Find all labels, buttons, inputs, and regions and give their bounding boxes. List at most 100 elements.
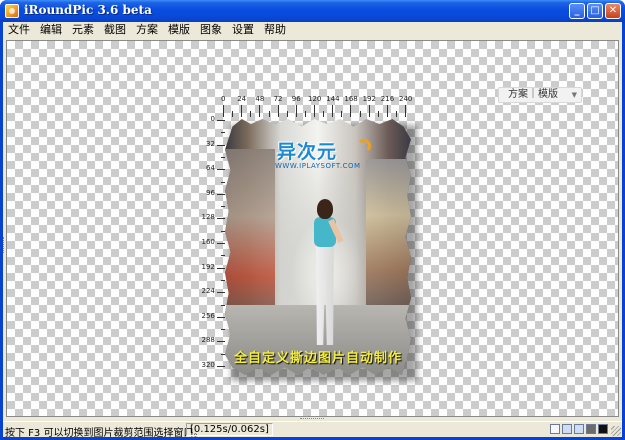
ruler-v-tick: [217, 292, 225, 294]
ruler-h-minor-tick: [286, 111, 288, 117]
ruler-h-label: 72: [273, 95, 283, 103]
ruler-v-label: 128: [201, 213, 215, 222]
ruler-h-label: 0: [221, 95, 226, 103]
logo-text: 异次元: [277, 141, 338, 163]
ruler-v-tick: [217, 366, 225, 367]
horizontal-ruler: 0 24 48 72 96 120 144 168 192 216 240: [221, 93, 413, 117]
ruler-h-label: 144: [326, 95, 340, 103]
ruler-h-tick: [223, 105, 224, 117]
ruler-h-label: 120: [308, 95, 322, 103]
ruler-h-tick: [386, 105, 388, 117]
resize-grip[interactable]: [611, 426, 621, 436]
menu-settings[interactable]: 设置: [227, 22, 259, 39]
figure-legs: [316, 245, 334, 345]
status-bar: 按下 F3 可以切换到图片裁剪范围选择窗口。 [0.125s/0.062s]: [3, 421, 622, 439]
view-white-bg-button[interactable]: [550, 424, 560, 434]
ruler-h-tick: [350, 105, 352, 117]
ruler-h-minor-tick: [268, 111, 270, 117]
client-area: 文件 编辑 元素 截图 方案 模版 图象 设置 帮助 方案｜模版 ▼ 0 24 48…: [3, 22, 622, 439]
menu-template[interactable]: 模版: [163, 22, 195, 39]
window-title: iRoundPic 3.6 beta: [24, 3, 152, 17]
ruler-v-tick: [217, 267, 225, 269]
ruler-h-minor-tick: [304, 111, 306, 117]
chevron-down-icon: ▼: [571, 91, 577, 99]
ruler-h-tick: [405, 105, 406, 117]
ruler-h-minor-tick: [250, 111, 252, 117]
view-black-bg-button[interactable]: [598, 424, 608, 434]
menu-image[interactable]: 图象: [195, 22, 227, 39]
ruler-v-tick: [217, 316, 225, 318]
status-hint: 按下 F3 可以切换到图片裁剪范围选择窗口。: [5, 428, 204, 439]
ruler-h-minor-tick: [341, 111, 343, 117]
ruler-v-label: 192: [201, 262, 215, 271]
ruler-h-tick: [277, 105, 279, 117]
scheme-template-label: 方案｜模版: [508, 89, 558, 100]
ruler-h-label: 24: [237, 95, 247, 103]
left-splitter-grip[interactable]: [3, 237, 5, 253]
ruler-v-label: 64: [206, 164, 215, 173]
menu-scheme[interactable]: 方案: [131, 22, 163, 39]
menu-screenshot[interactable]: 截图: [99, 22, 131, 39]
ruler-v-tick: [217, 218, 225, 220]
ruler-v-tick: [217, 144, 225, 146]
view-light-bg-button[interactable]: [562, 424, 572, 434]
ruler-h-minor-tick: [359, 111, 361, 117]
app-icon[interactable]: [5, 4, 19, 18]
ruler-h-label: 96: [291, 95, 301, 103]
torn-edge-photo: 异次元 WWW.IPLAYSOFT.COM 全自定义撕边图片自动制作: [225, 119, 411, 375]
ruler-h-tick: [368, 105, 370, 117]
bottom-splitter-grip[interactable]: [300, 418, 324, 420]
menu-bar: 文件 编辑 元素 截图 方案 模版 图象 设置 帮助: [3, 22, 622, 39]
menu-file[interactable]: 文件: [3, 22, 35, 39]
ruler-h-tick: [295, 105, 297, 117]
close-button[interactable]: ✕: [605, 3, 621, 19]
title-bar[interactable]: iRoundPic 3.6 beta _ □ ✕: [0, 0, 625, 22]
ruler-v-label: 160: [201, 238, 215, 246]
ruler-v-label: 288: [201, 336, 215, 345]
ruler-h-minor-tick: [323, 111, 325, 117]
maximize-button[interactable]: □: [587, 3, 603, 19]
ruler-v-label: 0: [210, 115, 215, 123]
ruler-v-label: 320: [201, 361, 215, 369]
view-gray-bg-button[interactable]: [586, 424, 596, 434]
status-timing: [0.125s/0.062s]: [186, 423, 273, 436]
ruler-h-tick: [259, 105, 261, 117]
vertical-ruler: 0 32 64 96 128 160 192 224 256 288 320: [195, 115, 225, 378]
ruler-v-tick: [217, 341, 225, 343]
ruler-h-label: 216: [380, 95, 395, 103]
ruler-h-minor-tick: [377, 111, 379, 117]
ruler-h-minor-tick: [395, 111, 397, 117]
ruler-h-label: 192: [362, 95, 376, 103]
photo-caption: 全自定义撕边图片自动制作: [233, 351, 402, 366]
image-canvas[interactable]: 方案｜模版 ▼ 0 24 48 72 96 120 144 168 192 216 240 0 32 6…: [6, 40, 619, 417]
ruler-v-label: 224: [201, 287, 215, 296]
figure-head: [317, 199, 333, 219]
menu-help[interactable]: 帮助: [259, 22, 291, 39]
menu-edit[interactable]: 编辑: [35, 22, 67, 39]
ruler-h-label: 48: [255, 95, 265, 103]
photo-preview[interactable]: 异次元 WWW.IPLAYSOFT.COM 全自定义撕边图片自动制作: [225, 119, 417, 381]
iplaysoft-logo: 异次元 WWW.IPLAYSOFT.COM: [265, 135, 375, 175]
ruler-v-label: 256: [201, 311, 215, 320]
walking-woman-figure: [307, 199, 344, 349]
ruler-v-tick: [217, 243, 225, 244]
ruler-h-label: 240: [399, 95, 413, 103]
ruler-v-label: 32: [206, 139, 215, 148]
ruler-v-tick: [217, 169, 225, 171]
menu-elements[interactable]: 元素: [67, 22, 99, 39]
view-mode-buttons: [550, 424, 608, 434]
ruler-h-label: 168: [344, 95, 358, 103]
ruler-h-tick: [314, 105, 315, 117]
signal-wave-icon: [357, 139, 371, 153]
view-checker-bg-button[interactable]: [574, 424, 584, 434]
street-right: [366, 159, 411, 319]
ruler-v-label: 96: [206, 188, 215, 197]
ruler-h-tick: [332, 105, 334, 117]
logo-url: WWW.IPLAYSOFT.COM: [275, 162, 361, 170]
ruler-v-tick: [217, 120, 225, 121]
app-window: iRoundPic 3.6 beta _ □ ✕ 文件 编辑 元素 截图 方案 …: [0, 0, 625, 440]
scheme-template-dropdown[interactable]: 方案｜模版 ▼: [498, 87, 582, 103]
minimize-button[interactable]: _: [569, 3, 585, 19]
ruler-v-tick: [217, 193, 225, 195]
ruler-h-minor-tick: [232, 111, 234, 117]
